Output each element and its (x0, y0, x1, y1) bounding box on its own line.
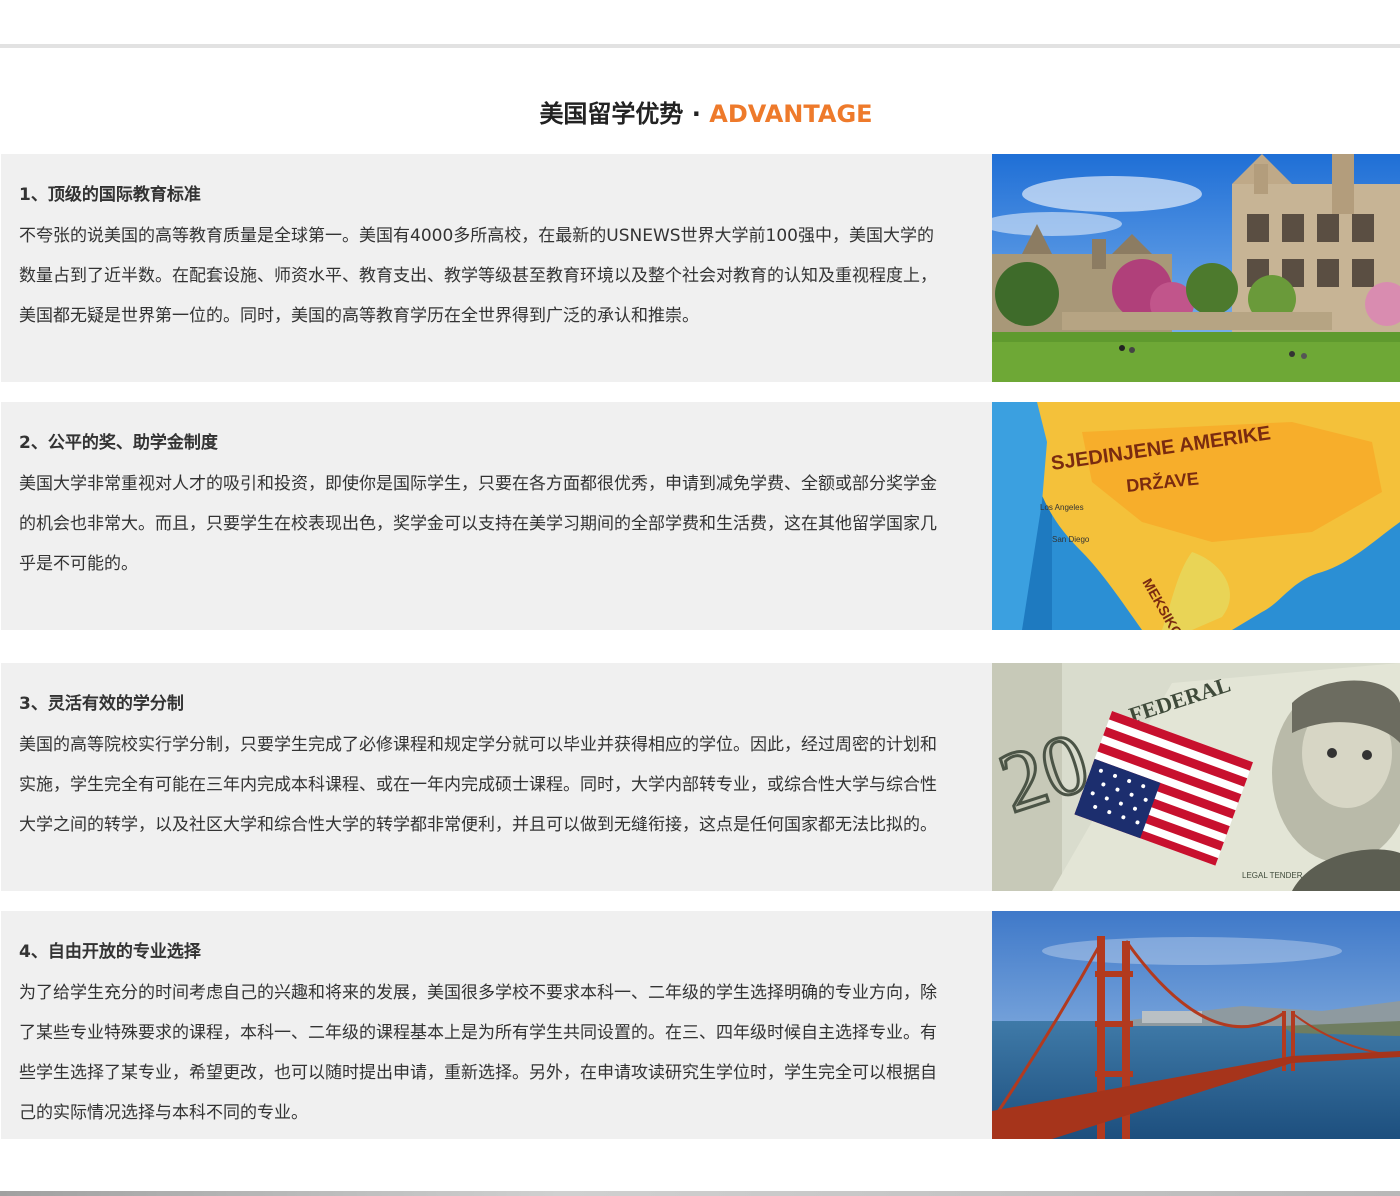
advantage-heading: 4、自由开放的专业选择 (19, 942, 201, 962)
bill-label: LEGAL TENDER (1242, 871, 1303, 880)
advantage-text: 1、顶级的国际教育标准 不夸张的说美国的高等教育质量是全球第一。美国有4000多… (19, 180, 939, 336)
page: 美国留学优势 · ADVANTAGE 1、顶级的国际教育标准 不夸张的说美国的高… (0, 0, 1400, 1196)
advantage-heading: 2、公平的奖、助学金制度 (19, 433, 218, 453)
university-campus-photo (992, 154, 1400, 382)
advantage-body: 不夸张的说美国的高等教育质量是全球第一。美国有4000多所高校，在最新的USNE… (19, 226, 937, 326)
advantage-text: 4、自由开放的专业选择 为了给学生充分的时间考虑自己的兴趣和将来的发展，美国很多… (19, 937, 939, 1133)
advantage-body: 为了给学生充分的时间考虑自己的兴趣和将来的发展，美国很多学校不要求本科一、二年级… (19, 983, 937, 1123)
advantage-body: 美国的高等院校实行学分制，只要学生完成了必修课程和规定学分就可以毕业并获得相应的… (19, 735, 937, 835)
advantage-card-4: 4、自由开放的专业选择 为了给学生充分的时间考虑自己的兴趣和将来的发展，美国很多… (1, 911, 1400, 1139)
advantage-heading: 1、顶级的国际教育标准 (19, 185, 201, 205)
advantage-text: 3、灵活有效的学分制 美国的高等院校实行学分制，只要学生完成了必修课程和规定学分… (19, 689, 939, 845)
section-title-en: ADVANTAGE (709, 100, 873, 128)
map-label: Los Angeles (1040, 503, 1084, 512)
section-title-separator: · (691, 100, 701, 128)
section-title: 美国留学优势 · ADVANTAGE (0, 98, 1400, 130)
advantage-body: 美国大学非常重视对人才的吸引和投资，即使你是国际学生，只要在各方面都很优秀，申请… (19, 474, 937, 574)
advantage-card-2: 2、公平的奖、助学金制度 美国大学非常重视对人才的吸引和投资，即使你是国际学生，… (1, 402, 1400, 630)
bottom-divider (0, 1191, 1400, 1196)
section-title-cn: 美国留学优势 (539, 100, 684, 128)
golden-gate-bridge-photo (992, 911, 1400, 1139)
advantage-text: 2、公平的奖、助学金制度 美国大学非常重视对人才的吸引和投资，即使你是国际学生，… (19, 428, 939, 584)
advantage-heading: 3、灵活有效的学分制 (19, 694, 184, 714)
north-america-globe-photo: SJEDINJENE AMERIKE DRŽAVE MEKSIKO Los An… (992, 402, 1400, 630)
advantage-card-1: 1、顶级的国际教育标准 不夸张的说美国的高等教育质量是全球第一。美国有4000多… (1, 154, 1400, 382)
us-flag-dollar-photo: FEDERAL 20 LEGAL TENDER (992, 663, 1400, 891)
map-label: San Diego (1052, 535, 1090, 544)
top-divider (0, 44, 1400, 48)
advantage-card-3: 3、灵活有效的学分制 美国的高等院校实行学分制，只要学生完成了必修课程和规定学分… (1, 663, 1400, 891)
